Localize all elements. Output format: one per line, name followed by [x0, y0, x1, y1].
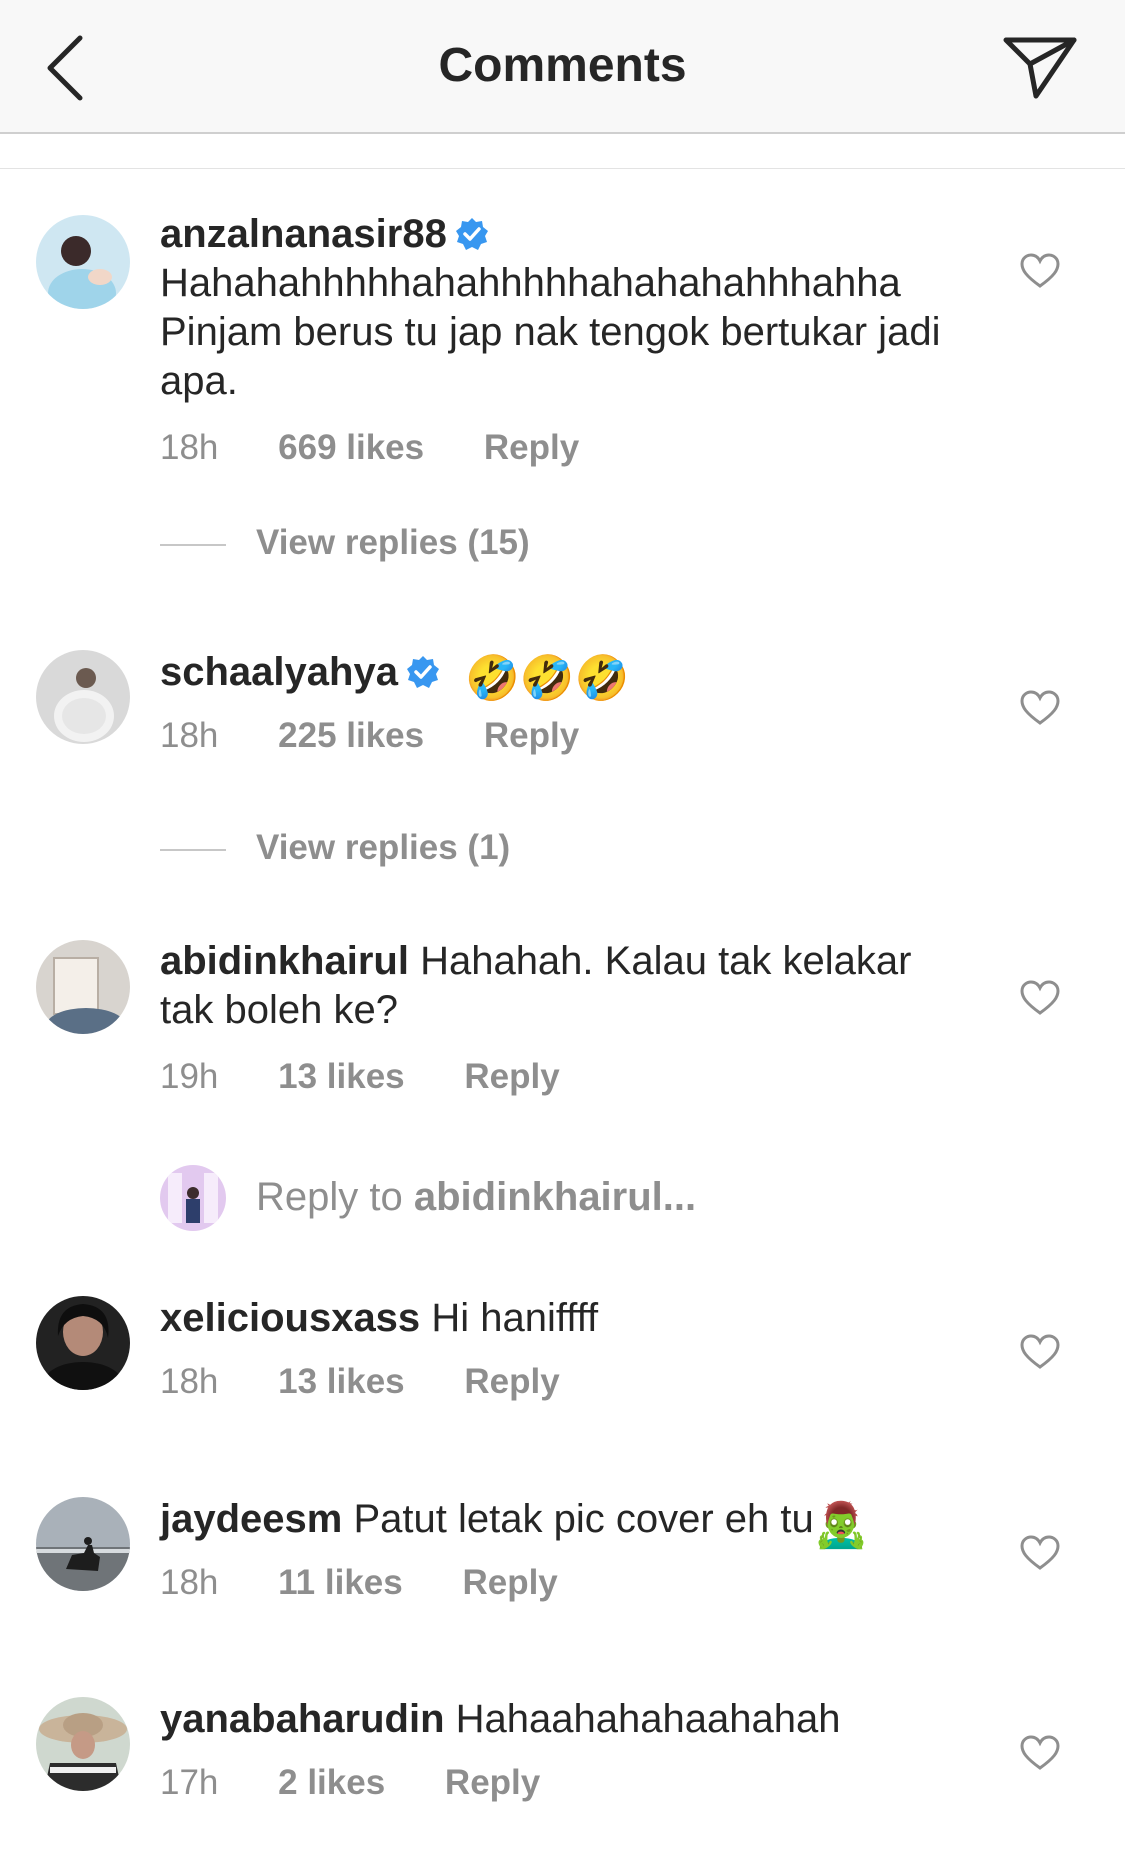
view-replies-button[interactable]: View replies (15): [160, 523, 530, 563]
comment-username[interactable]: abidinkhairul: [160, 939, 409, 983]
reply-to-prefix: Reply to: [256, 1175, 414, 1219]
comment-username[interactable]: anzalnanasir88: [160, 212, 447, 256]
likes-count[interactable]: 13 likes: [278, 1057, 405, 1096]
likes-count[interactable]: 2 likes: [278, 1763, 385, 1802]
avatar[interactable]: [36, 1497, 130, 1591]
comment-text: Hi haniffff: [431, 1296, 599, 1340]
likes-count[interactable]: 225 likes: [278, 716, 424, 755]
comment-time: 18h: [160, 1563, 219, 1602]
avatar: [160, 1165, 226, 1231]
heart-icon[interactable]: [1020, 253, 1060, 289]
likes-count[interactable]: 669 likes: [278, 428, 424, 467]
comment-text: Patut letak pic cover eh tu: [353, 1497, 814, 1541]
heart-icon[interactable]: [1020, 690, 1060, 726]
avatar[interactable]: [36, 940, 130, 1034]
comment-time: 18h: [160, 428, 219, 467]
verified-badge-icon: [455, 218, 488, 250]
reply-button[interactable]: Reply: [464, 1057, 559, 1096]
comment-time: 19h: [160, 1057, 219, 1096]
view-replies-button[interactable]: View replies (1): [160, 828, 510, 868]
comment-username[interactable]: jaydeesm: [160, 1497, 342, 1541]
heart-icon[interactable]: [1020, 1334, 1060, 1370]
comment-text: Hahaahahahaahahah: [455, 1697, 841, 1741]
heart-icon[interactable]: [1020, 1535, 1060, 1571]
comment-text: 🤣🤣🤣: [465, 654, 630, 703]
avatar[interactable]: [36, 1296, 130, 1390]
reply-button[interactable]: Reply: [445, 1763, 540, 1802]
comment-time: 18h: [160, 716, 219, 755]
divider: [0, 168, 1125, 169]
avatar[interactable]: [36, 215, 130, 309]
comment-username[interactable]: schaalyahya: [160, 650, 398, 694]
reply-button[interactable]: Reply: [462, 1563, 557, 1602]
top-bar: Comments: [0, 0, 1125, 134]
verified-badge-icon: [406, 656, 439, 688]
zombie-emoji: 🧟‍♂️: [813, 1501, 869, 1550]
reply-button[interactable]: Reply: [484, 716, 579, 755]
reply-button[interactable]: Reply: [464, 1362, 559, 1401]
reply-button[interactable]: Reply: [484, 428, 579, 467]
heart-icon[interactable]: [1020, 980, 1060, 1016]
comment-text: Hahahahhhhhahahhhhhahahahahhhahha Pinjam…: [160, 261, 941, 403]
page-title: Comments: [438, 39, 687, 92]
likes-count[interactable]: 11 likes: [278, 1563, 403, 1602]
comment-time: 18h: [160, 1362, 219, 1401]
reply-to-username: abidinkhairul...: [413, 1175, 697, 1219]
send-icon: [1003, 37, 1077, 99]
avatar[interactable]: [36, 650, 130, 744]
comment-username[interactable]: xeliciousxass: [160, 1296, 420, 1340]
comment-username[interactable]: yanabaharudin: [160, 1697, 445, 1741]
heart-icon[interactable]: [1020, 1735, 1060, 1771]
likes-count[interactable]: 13 likes: [278, 1362, 405, 1401]
comment-time: 17h: [160, 1763, 219, 1802]
share-button[interactable]: [1000, 28, 1084, 108]
avatar[interactable]: [36, 1697, 130, 1791]
